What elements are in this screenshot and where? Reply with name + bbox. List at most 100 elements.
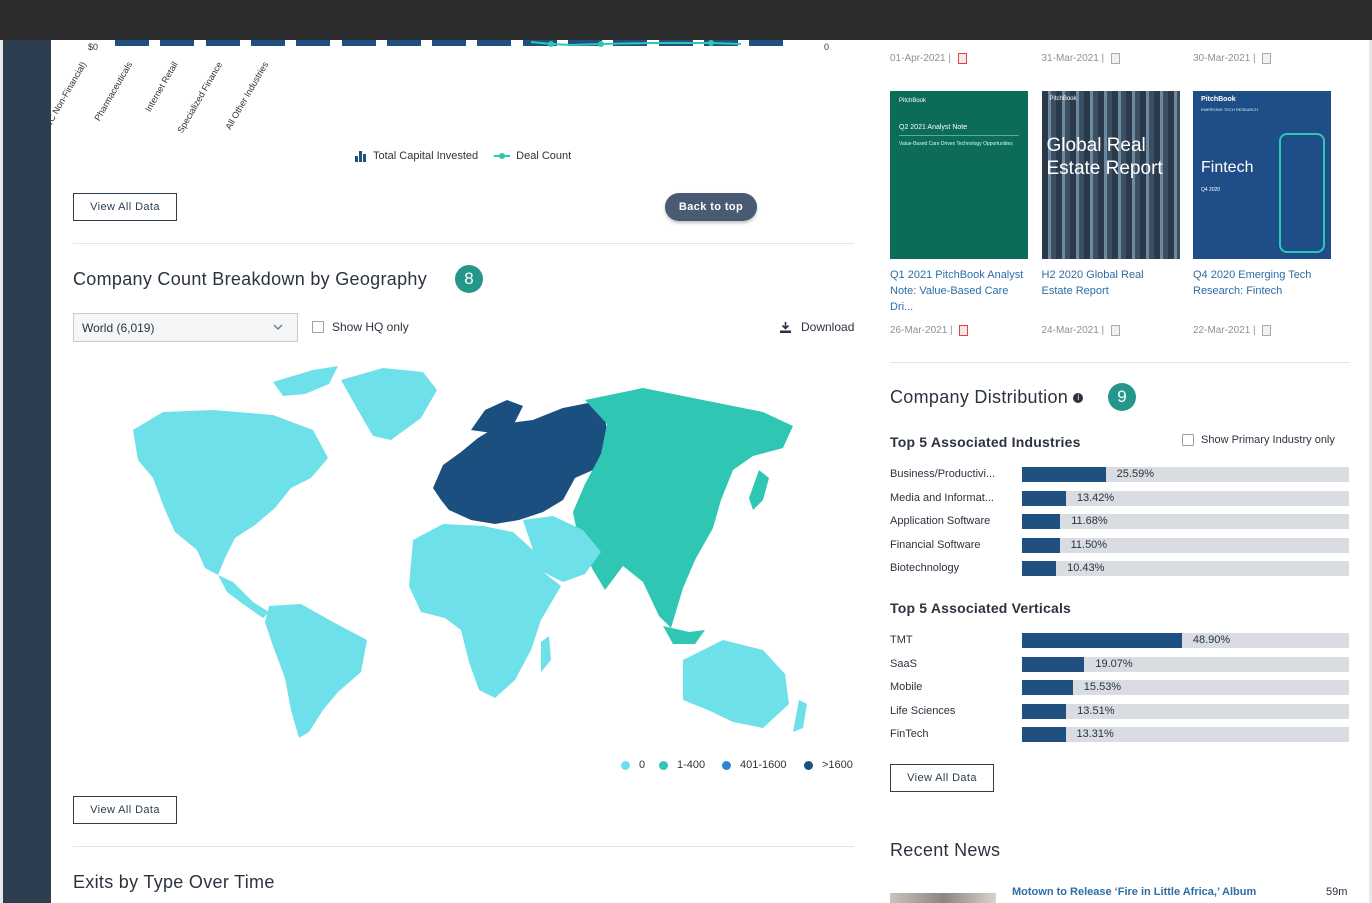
chevron-down-icon: [273, 320, 283, 334]
chart-category-label: Other Services (B2C Non-Financial): [51, 60, 89, 189]
show-hq-only-toggle[interactable]: Show HQ only: [312, 320, 409, 334]
distribution-label: Mobile: [890, 681, 923, 693]
map-arctic-islands: [273, 366, 338, 396]
legend-total-capital: Total Capital Invested: [373, 150, 479, 162]
report-cover[interactable]: PitchBook EMERGING TECH RESEARCH Fintech Q4…: [1193, 91, 1331, 259]
industries-title: Top 5 Associated Industries: [890, 434, 1081, 450]
info-icon[interactable]: i: [1073, 393, 1084, 404]
legend-label: >1600: [822, 759, 853, 771]
distribution-label: Application Software: [890, 515, 991, 527]
distribution-bar-fill: [1022, 561, 1057, 576]
back-to-top-button[interactable]: Back to top: [665, 193, 757, 221]
news-thumbnail[interactable]: [890, 893, 996, 903]
chart-category-label: All Other Industries: [222, 60, 270, 132]
distribution-bar-fill: [1022, 514, 1061, 529]
chart-bar: [386, 40, 421, 46]
download-button[interactable]: Download: [780, 320, 854, 334]
cover-brand: PitchBook: [1049, 96, 1077, 102]
show-hq-only-checkbox[interactable]: [312, 321, 324, 333]
section-divider: [73, 243, 854, 244]
distribution-value: 10.43%: [1067, 562, 1105, 574]
verticals-title: Top 5 Associated Verticals: [890, 600, 1072, 616]
distribution-bar: 25.59%: [1022, 467, 1349, 482]
cover-brand: PitchBook: [1201, 96, 1236, 103]
exits-section-title: Exits by Type Over Time: [73, 872, 275, 892]
report-cover[interactable]: PitchBook Q2 2021 Analyst Note Value-Based…: [890, 91, 1028, 259]
pdf-icon[interactable]: [959, 325, 969, 336]
line-series-icon: [494, 153, 511, 159]
y-axis-tick-left: $0: [88, 42, 99, 52]
chart-bar: [477, 40, 512, 46]
chart-legend: Total Capital Invested Deal Count: [355, 150, 571, 162]
distribution-bar-fill: [1022, 727, 1066, 742]
document-icon[interactable]: [1110, 325, 1120, 336]
chart-bar: [160, 40, 195, 46]
geo-region-select[interactable]: World (6,019): [73, 313, 298, 342]
world-map[interactable]: [123, 360, 813, 745]
show-hq-only-label: Show HQ only: [332, 320, 409, 334]
distribution-value: 13.51%: [1077, 704, 1115, 717]
distribution-bar-fill: [1022, 633, 1182, 648]
map-south-america: [265, 604, 367, 738]
legend-label: 0: [639, 759, 646, 771]
distribution-bar: 15.53%: [1022, 680, 1349, 695]
geo-legend-item: 1-400: [659, 759, 705, 771]
legend-deal-count: Deal Count: [516, 150, 572, 162]
report-date: 30-Mar-2021 |: [1193, 53, 1272, 64]
geo-legend-item: 0: [621, 759, 645, 771]
primary-industry-label: Show Primary Industry only: [1201, 434, 1335, 446]
geo-section-badge: 8: [455, 265, 483, 293]
deal-count-point: [548, 41, 554, 47]
primary-industry-toggle[interactable]: Show Primary Industry only: [1182, 434, 1335, 446]
profile-content[interactable]: $0 0 Business/Productivity SoftwareAppli…: [51, 40, 1369, 903]
news-age: 59m: [1326, 886, 1348, 898]
chart-bar: [296, 40, 331, 46]
distribution-bar: 13.31%: [1022, 727, 1349, 742]
geo-legend-item: >1600: [804, 759, 853, 771]
distribution-bar-fill: [1022, 537, 1060, 553]
report-title-link[interactable]: H2 2020 Global Real Estate Report: [1042, 267, 1177, 299]
report-date: 22-Mar-2021 |: [1193, 325, 1272, 336]
map-north-america: [133, 410, 328, 575]
chart-bar: [432, 40, 467, 46]
document-icon[interactable]: [1262, 53, 1272, 64]
report-date: 24-Mar-2021 |: [1042, 325, 1120, 336]
download-label: Download: [801, 320, 855, 334]
view-all-data-button-geo[interactable]: View All Data: [73, 796, 177, 824]
distribution-bar-fill: [1022, 467, 1106, 482]
cover-kicker: EMERGING TECH RESEARCH: [1201, 107, 1259, 112]
chart-category-label: Specialized Finance: [175, 60, 225, 135]
news-headline-link[interactable]: Motown to Release ‘Fire in Little Africa…: [1012, 886, 1256, 898]
map-indonesia: [663, 626, 705, 644]
report-date: 01-Apr-2021 |: [890, 53, 967, 64]
distribution-value: 25.59%: [1116, 468, 1154, 480]
report-cover[interactable]: PitchBook Global Real Estate Report: [1041, 91, 1180, 259]
distribution-bar-fill: [1022, 490, 1066, 506]
cover-rule: [899, 135, 1019, 136]
distribution-bar: 11.50%: [1022, 537, 1349, 553]
primary-industry-checkbox[interactable]: [1182, 434, 1194, 446]
distribution-label: TMT: [890, 634, 913, 646]
pdf-icon[interactable]: [957, 53, 967, 64]
y-axis-tick-right: 0: [824, 42, 830, 52]
distribution-bar-fill: [1022, 680, 1073, 695]
report-title-link[interactable]: Q4 2020 Emerging Tech Research: Fintech: [1193, 267, 1328, 299]
download-icon: [780, 321, 791, 333]
document-icon[interactable]: [1262, 325, 1272, 336]
distribution-bar-fill: [1022, 703, 1067, 719]
document-icon[interactable]: [1110, 53, 1120, 64]
distribution-bar-fill: [1022, 656, 1085, 672]
distribution-bar: 11.68%: [1022, 514, 1349, 529]
view-all-data-button-distribution[interactable]: View All Data: [890, 764, 994, 792]
chart-bar: [341, 40, 376, 46]
cover-subheading: Q4 2020: [1201, 187, 1221, 193]
report-title-link[interactable]: Q1 2021 PitchBook Analyst Note: Value-Ba…: [890, 267, 1025, 315]
distribution-value: 48.90%: [1192, 634, 1231, 646]
distribution-title-text: Company Distribution: [890, 387, 1069, 407]
distribution-label: Financial Software: [890, 538, 981, 551]
window-edge-left: [0, 40, 3, 903]
distribution-bar: 13.51%: [1022, 703, 1349, 719]
distribution-bar: 10.43%: [1022, 561, 1349, 576]
view-all-data-button-industry[interactable]: View All Data: [73, 193, 177, 221]
distribution-badge: 9: [1108, 383, 1136, 411]
